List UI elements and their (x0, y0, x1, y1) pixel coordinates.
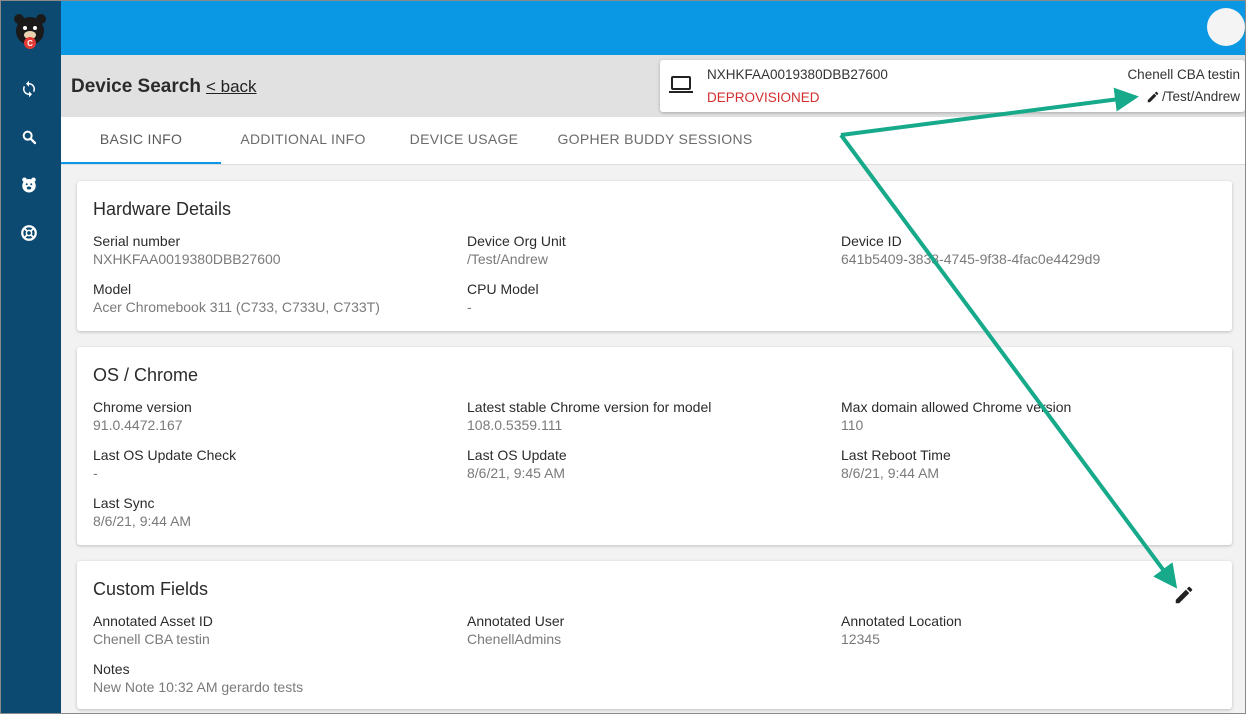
field-label: Serial number (93, 233, 181, 249)
field-label: Last Sync (93, 495, 155, 511)
field-value: NXHKFAA0019380DBB27600 (93, 251, 281, 267)
field-label: Chrome version (93, 399, 192, 415)
field-value: 110 (841, 417, 864, 433)
logo-icon[interactable]: C (12, 11, 48, 51)
field-label: Device ID (841, 233, 902, 249)
card-title: Hardware Details (93, 199, 232, 219)
hardware-details-card: Hardware Details Serial number NXHKFAA00… (77, 181, 1232, 331)
field-label: Last OS Update (467, 447, 567, 463)
tab-gopher-buddy-sessions[interactable]: GOPHER BUDDY SESSIONS (555, 117, 755, 164)
field-device-id: Device ID 641b5409-3838-4745-9f38-4fac0e… (841, 232, 1100, 268)
field-last-sync: Last Sync 8/6/21, 9:44 AM (93, 494, 191, 530)
support-icon[interactable] (19, 223, 39, 243)
field-value: New Note 10:32 AM gerardo tests (93, 679, 304, 695)
field-value: 91.0.4472.167 (93, 417, 183, 433)
field-annotated-location: Annotated Location 12345 (841, 612, 962, 648)
tab-device-usage[interactable]: DEVICE USAGE (397, 117, 531, 164)
sync-icon[interactable] (19, 79, 39, 99)
device-org-unit[interactable]: /Test/Andrew (1146, 89, 1240, 104)
field-label: Notes (93, 661, 130, 677)
field-model: Model Acer Chromebook 311 (C733, C733U, … (93, 280, 380, 316)
field-value: 12345 (841, 631, 880, 647)
field-value: 108.0.5359.111 (467, 417, 563, 433)
device-user: Chenell CBA testin (1127, 67, 1240, 82)
tab-additional-info[interactable]: ADDITIONAL INFO (231, 117, 375, 164)
field-label: CPU Model (467, 281, 539, 297)
field-label: Annotated Location (841, 613, 962, 629)
field-last-os-update: Last OS Update 8/6/21, 9:45 AM (467, 446, 567, 482)
tab-basic-info[interactable]: BASIC INFO (61, 117, 221, 164)
sidebar: C (1, 1, 61, 713)
field-value: 641b5409-3838-4745-9f38-4fac0e4429d9 (841, 251, 1101, 267)
field-label: Annotated User (467, 613, 565, 629)
field-value: 8/6/21, 9:45 AM (467, 465, 566, 481)
card-title: OS / Chrome (93, 365, 199, 385)
card-title: Custom Fields (93, 579, 209, 599)
field-cpu-model: CPU Model - (467, 280, 539, 316)
field-label: Model (93, 281, 132, 297)
field-latest-stable-chrome: Latest stable Chrome version for model 1… (467, 398, 711, 434)
field-serial-number: Serial number NXHKFAA0019380DBB27600 (93, 232, 281, 268)
top-app-bar (61, 1, 1245, 55)
field-label: Device Org Unit (467, 233, 566, 249)
field-value: - (93, 465, 98, 481)
field-label: Annotated Asset ID (93, 613, 213, 629)
field-value: 8/6/21, 9:44 AM (93, 513, 192, 529)
svg-text:C: C (27, 39, 33, 48)
device-status: DEPROVISIONED (707, 90, 820, 105)
field-label: Last OS Update Check (93, 447, 237, 463)
device-org-unit-label: /Test/Andrew (1161, 89, 1240, 104)
back-link[interactable]: < back (206, 77, 257, 97)
laptop-icon (669, 76, 693, 94)
pencil-icon[interactable] (1173, 584, 1195, 606)
field-label: Max domain allowed Chrome version (841, 399, 1072, 415)
field-value: 8/6/21, 9:44 AM (841, 465, 940, 481)
avatar[interactable] (1207, 8, 1245, 46)
field-value: Chenell CBA testin (93, 631, 210, 647)
field-max-domain-chrome: Max domain allowed Chrome version 110 (841, 398, 1071, 434)
field-device-org-unit: Device Org Unit /Test/Andrew (467, 232, 566, 268)
search-icon[interactable] (19, 127, 39, 147)
field-last-reboot-time: Last Reboot Time 8/6/21, 9:44 AM (841, 446, 951, 482)
field-notes: Notes New Note 10:32 AM gerardo tests (93, 660, 303, 696)
page-title: Device Search (71, 76, 201, 97)
field-label: Last Reboot Time (841, 447, 951, 463)
field-value: ChenellAdmins (467, 631, 562, 647)
main-content: Hardware Details Serial number NXHKFAA00… (61, 165, 1245, 713)
device-summary-card: NXHKFAA0019380DBB27600 DEPROVISIONED Che… (660, 60, 1245, 112)
os-chrome-card: OS / Chrome Chrome version 91.0.4472.167… (77, 347, 1232, 545)
field-chrome-version: Chrome version 91.0.4472.167 (93, 398, 192, 434)
field-value: Acer Chromebook 311 (C733, C733U, C733T) (93, 299, 380, 315)
tab-bar: BASIC INFO ADDITIONAL INFO DEVICE USAGE … (61, 117, 1245, 165)
field-last-os-update-check: Last OS Update Check - (93, 446, 236, 482)
field-value: - (467, 299, 472, 315)
field-value: /Test/Andrew (467, 251, 548, 267)
field-label: Latest stable Chrome version for model (467, 399, 712, 415)
field-annotated-asset-id: Annotated Asset ID Chenell CBA testin (93, 612, 213, 648)
bear-icon[interactable] (19, 175, 39, 195)
edit-custom-fields-button[interactable] (1173, 584, 1195, 606)
device-serial: NXHKFAA0019380DBB27600 (707, 67, 888, 82)
custom-fields-card: Custom Fields Annotated Asset ID Chenell… (77, 561, 1232, 709)
pencil-icon[interactable] (1146, 90, 1160, 104)
field-annotated-user: Annotated User ChenellAdmins (467, 612, 564, 648)
